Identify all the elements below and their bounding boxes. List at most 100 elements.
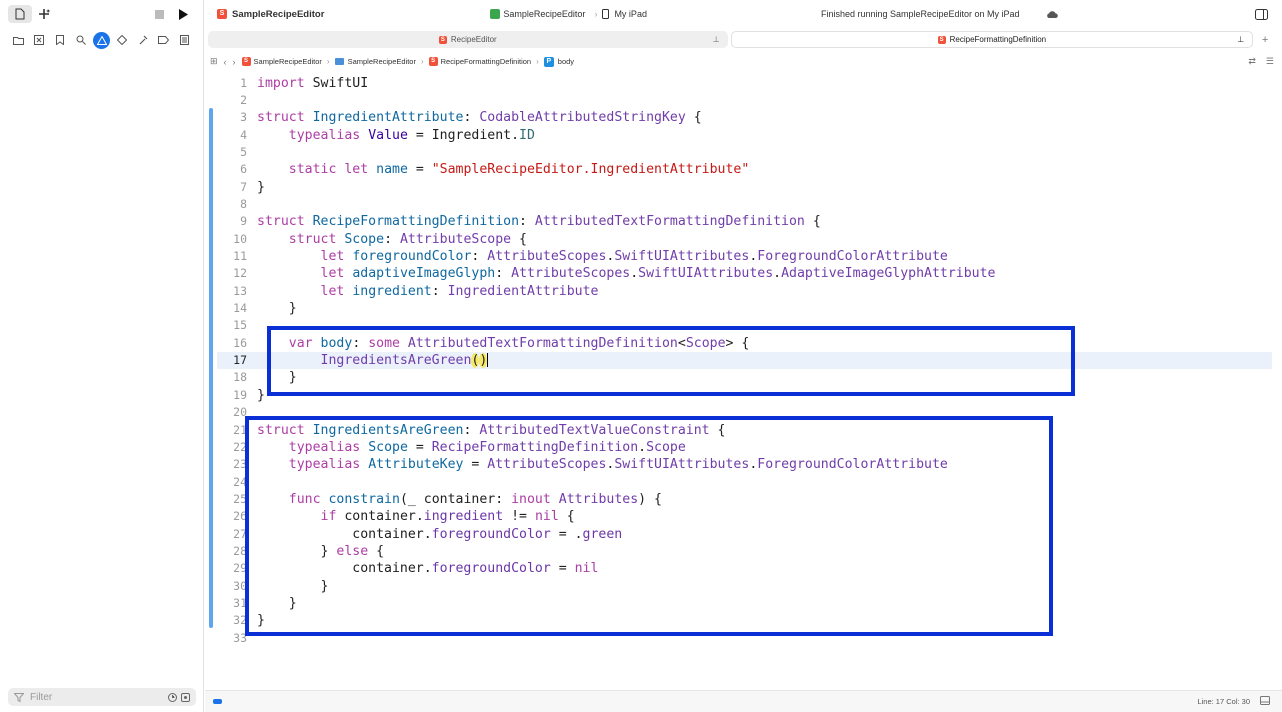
xmark-box-icon bbox=[34, 35, 45, 45]
find-navigator-tab[interactable] bbox=[72, 32, 89, 49]
code-token: . bbox=[630, 266, 639, 282]
code-line[interactable]: 14 } bbox=[205, 300, 1282, 317]
line-number[interactable]: 26 bbox=[215, 508, 247, 525]
line-number[interactable]: 9 bbox=[215, 213, 247, 230]
destination-selector[interactable]: › My iPad bbox=[594, 9, 647, 19]
line-number[interactable]: 17 bbox=[215, 352, 247, 369]
jumpbar-item-symbol[interactable]: body bbox=[558, 57, 574, 66]
code-text: struct IngredientAttribute: CodableAttri… bbox=[257, 109, 702, 126]
line-number[interactable]: 11 bbox=[215, 248, 247, 265]
project-navigator-tab[interactable] bbox=[10, 32, 27, 49]
line-number[interactable]: 2 bbox=[215, 92, 247, 109]
xcode-window: Filter S SampleRecipeEditor SampleRecipe… bbox=[0, 0, 1282, 712]
source-control-navigator-tab[interactable] bbox=[31, 32, 48, 49]
line-number[interactable]: 28 bbox=[215, 543, 247, 560]
status-text: Finished running SampleRecipeEditor on M… bbox=[820, 9, 1020, 19]
debug-area-toggle-icon[interactable] bbox=[1260, 696, 1270, 707]
tab-recipe-formatting-definition[interactable]: S RecipeFormattingDefinition ⊥ bbox=[730, 31, 1254, 48]
source-editor[interactable]: 1 import SwiftUI 2 3 struct IngredientAttrib… bbox=[205, 74, 1282, 688]
code-line[interactable]: 7} bbox=[205, 179, 1282, 196]
line-number[interactable]: 27 bbox=[215, 526, 247, 543]
pin-icon[interactable]: ⊥ bbox=[1237, 35, 1244, 44]
property-badge-icon: P bbox=[543, 56, 554, 67]
code-line[interactable]: 6 static let name = "SampleRecipeEditor.… bbox=[205, 161, 1282, 178]
line-number[interactable]: 5 bbox=[215, 144, 247, 161]
line-number[interactable]: 33 bbox=[215, 630, 247, 647]
line-number[interactable]: 25 bbox=[215, 491, 247, 508]
line-number[interactable]: 32 bbox=[215, 612, 247, 629]
jumpbar-item-file[interactable]: RecipeFormattingDefinition bbox=[441, 57, 531, 66]
add-sparkle-button[interactable] bbox=[32, 5, 56, 23]
related-items-icon[interactable]: ⇄ bbox=[1248, 56, 1256, 67]
line-number[interactable]: 7 bbox=[215, 179, 247, 196]
warning-icon bbox=[96, 35, 107, 45]
clock-icon[interactable] bbox=[167, 692, 177, 702]
line-number[interactable]: 8 bbox=[215, 196, 247, 213]
chevron-right-icon: › bbox=[536, 57, 539, 66]
line-number[interactable]: 21 bbox=[215, 422, 247, 439]
stop-button[interactable] bbox=[147, 5, 171, 23]
line-number[interactable]: 30 bbox=[215, 578, 247, 595]
code-line[interactable]: 5 bbox=[205, 144, 1282, 161]
back-chevron-icon[interactable]: ‹ bbox=[224, 57, 227, 67]
code-line[interactable]: 13 let ingredient: IngredientAttribute bbox=[205, 283, 1282, 300]
line-number[interactable]: 19 bbox=[215, 387, 247, 404]
pin-icon[interactable]: ⊥ bbox=[713, 35, 720, 44]
line-number[interactable]: 12 bbox=[215, 265, 247, 282]
line-number[interactable]: 3 bbox=[215, 109, 247, 126]
line-number[interactable]: 24 bbox=[215, 474, 247, 491]
line-number[interactable]: 16 bbox=[215, 335, 247, 352]
breakpoint-navigator-tab[interactable] bbox=[155, 32, 172, 49]
line-number[interactable]: 18 bbox=[215, 369, 247, 386]
scheme-selector[interactable]: SampleRecipeEditor bbox=[490, 9, 585, 19]
tab-recipe-editor[interactable]: S RecipeEditor ⊥ bbox=[208, 31, 728, 48]
line-number[interactable]: 13 bbox=[215, 283, 247, 300]
line-number[interactable]: 10 bbox=[215, 231, 247, 248]
swift-file-icon: S bbox=[428, 57, 438, 66]
line-number[interactable]: 14 bbox=[215, 300, 247, 317]
line-number[interactable]: 31 bbox=[215, 595, 247, 612]
run-button[interactable] bbox=[171, 5, 195, 23]
code-line[interactable]: 9 struct RecipeFormattingDefinition: Attr… bbox=[205, 213, 1282, 230]
code-line[interactable]: 11 let foregroundColor: AttributeScopes.… bbox=[205, 248, 1282, 265]
line-number[interactable]: 1 bbox=[215, 75, 247, 92]
magnifier-icon bbox=[76, 35, 86, 45]
code-token: let bbox=[320, 249, 345, 264]
line-number[interactable]: 20 bbox=[215, 404, 247, 421]
inspector-toggle-button[interactable] bbox=[1255, 8, 1268, 20]
line-number[interactable]: 4 bbox=[215, 127, 247, 144]
forward-chevron-icon[interactable]: › bbox=[233, 57, 236, 67]
jumpbar-item-project[interactable]: SampleRecipeEditor bbox=[254, 57, 322, 66]
issue-navigator-tab[interactable] bbox=[93, 31, 110, 49]
report-navigator-tab[interactable] bbox=[176, 32, 193, 49]
code-token: } bbox=[257, 387, 265, 403]
bookmark-navigator-tab[interactable] bbox=[52, 32, 69, 49]
line-number[interactable]: 6 bbox=[215, 161, 247, 178]
jumpbar-item-group[interactable]: SampleRecipeEditor bbox=[348, 57, 416, 66]
new-tab-button[interactable]: + bbox=[1256, 31, 1274, 48]
line-number[interactable]: 23 bbox=[215, 456, 247, 473]
code-line[interactable]: 4 typealias Value = Ingredient.ID bbox=[205, 127, 1282, 144]
grid-icon[interactable]: ⊞ bbox=[210, 56, 218, 67]
toggle-navigator-button[interactable] bbox=[8, 5, 32, 23]
code-line[interactable]: 2 bbox=[205, 92, 1282, 109]
scope-filter-icon[interactable] bbox=[180, 692, 190, 702]
code-line[interactable]: 1 import SwiftUI bbox=[205, 75, 1282, 92]
code-token: import bbox=[257, 75, 305, 91]
code-line[interactable]: 3 struct IngredientAttribute: CodableAttr… bbox=[205, 109, 1282, 126]
code-line[interactable]: 8 bbox=[205, 196, 1282, 213]
line-number[interactable]: 15 bbox=[215, 317, 247, 334]
line-number[interactable]: 29 bbox=[215, 560, 247, 577]
code-line[interactable]: 10 struct Scope: AttributeScope { bbox=[205, 231, 1282, 248]
debug-navigator-tab[interactable] bbox=[135, 32, 152, 49]
debug-area-indicator[interactable] bbox=[213, 699, 222, 704]
test-navigator-tab[interactable] bbox=[114, 32, 131, 49]
cloud-status-indicator[interactable] bbox=[1046, 10, 1058, 19]
navigator-filter[interactable]: Filter bbox=[8, 688, 196, 706]
editor-options-icon[interactable]: ☰ bbox=[1266, 56, 1274, 67]
code-token: . bbox=[773, 266, 782, 282]
line-number[interactable]: 22 bbox=[215, 439, 247, 456]
editor-tab-bar: S RecipeEditor ⊥ S RecipeFormattingDefin… bbox=[208, 31, 1274, 48]
code-line[interactable]: 12 let adaptiveImageGlyph: AttributeScop… bbox=[205, 265, 1282, 282]
